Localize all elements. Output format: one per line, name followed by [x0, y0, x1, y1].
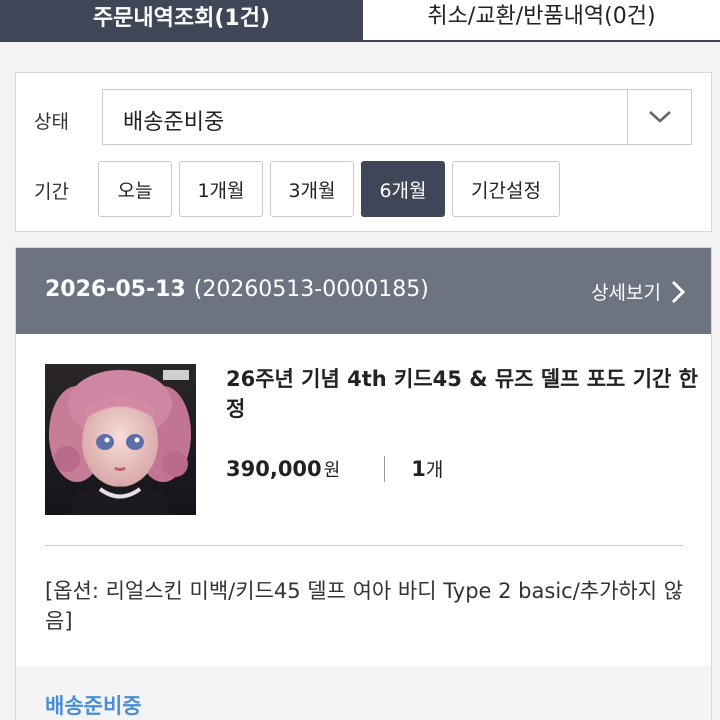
- product-name[interactable]: 26주년 기념 4th 키드45 & 뮤즈 델프 포도 기간 한정: [226, 364, 706, 424]
- order-number: (20260513-0000185): [193, 277, 429, 302]
- price-separator: [384, 455, 386, 482]
- tab-orders-label: 주문내역조회(1건): [92, 6, 271, 31]
- period-today-button[interactable]: 오늘: [98, 161, 172, 217]
- order-status-bar: 배송준비중: [16, 666, 711, 720]
- order-tabs: 주문내역조회(1건) 취소/교환/반품내역(0건): [0, 0, 720, 42]
- status-label: 상태: [34, 111, 69, 133]
- period-custom-button[interactable]: 기간설정: [452, 161, 560, 217]
- order-date: 2026-05-13: [45, 277, 186, 302]
- period-6month-button[interactable]: 6개월: [361, 161, 445, 217]
- order-filter-panel: 상태 배송준비중 기간 오늘 1개월 3개월 6개월 기간설정: [15, 72, 712, 232]
- tab-returns-label: 취소/교환/반품내역(0건): [427, 4, 656, 29]
- period-button-group: 오늘 1개월 3개월 6개월 기간설정: [98, 161, 567, 217]
- order-card: 2026-05-13 (20260513-0000185) 상세보기 26주년 …: [15, 247, 712, 720]
- order-detail-label: 상세보기: [591, 282, 661, 304]
- product-price: 390,000: [226, 456, 322, 481]
- chevron-right-icon: [671, 280, 685, 303]
- tab-returns[interactable]: 취소/교환/반품내역(0건): [363, 0, 720, 42]
- product-quantity: 1: [411, 456, 426, 481]
- order-date-line: 2026-05-13 (20260513-0000185): [45, 277, 429, 302]
- period-3month-button[interactable]: 3개월: [270, 161, 354, 217]
- period-1month-button[interactable]: 1개월: [179, 161, 263, 217]
- price-unit: 원: [323, 459, 341, 481]
- status-dropdown-button[interactable]: [627, 90, 691, 144]
- option-divider: [45, 545, 683, 546]
- product-thumbnail[interactable]: [45, 364, 196, 515]
- order-status: 배송준비중: [45, 694, 142, 718]
- status-select-value: 배송준비중: [123, 110, 225, 135]
- status-select[interactable]: 배송준비중: [102, 89, 692, 145]
- product-options: [옵션: 리얼스킨 미백/키드45 델프 여아 바디 Type 2 basic/…: [45, 579, 684, 633]
- doll-image-icon: [45, 364, 196, 515]
- quantity-unit: 개: [425, 459, 444, 481]
- price-quantity-row: 390,000 원 1개: [226, 455, 443, 482]
- tab-orders[interactable]: 주문내역조회(1건): [0, 0, 363, 42]
- order-detail-link[interactable]: 상세보기: [591, 278, 685, 305]
- chevron-down-icon: [648, 111, 671, 123]
- period-label: 기간: [34, 181, 69, 203]
- order-header: 2026-05-13 (20260513-0000185) 상세보기: [16, 248, 711, 334]
